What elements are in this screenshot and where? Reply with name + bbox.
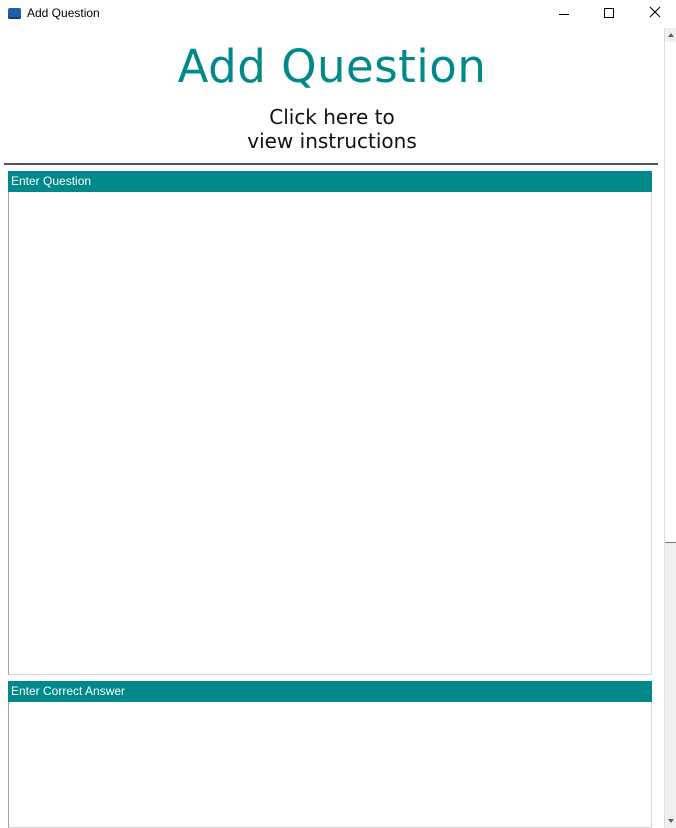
close-icon [649, 6, 661, 18]
maximize-button[interactable] [586, 0, 632, 28]
view-instructions-link[interactable]: Click here to view instructions [0, 105, 664, 153]
answer-input[interactable] [8, 702, 652, 828]
page-title: Add Question [177, 40, 487, 93]
header-divider [4, 163, 658, 165]
close-button[interactable] [632, 0, 676, 28]
answer-label: Enter Correct Answer [8, 681, 652, 702]
add-question-window: Add Question Add Question Click here to … [0, 0, 676, 828]
minimize-icon [559, 14, 569, 15]
scroll-up-arrow-icon[interactable] [665, 28, 676, 42]
app-window-icon [8, 8, 21, 19]
question-field: Enter Question [8, 171, 652, 675]
question-label: Enter Question [8, 171, 652, 192]
answer-field: Enter Correct Answer [8, 681, 652, 828]
title-bar[interactable]: Add Question [0, 0, 676, 28]
instructions-line-2: view instructions [247, 129, 417, 153]
vertical-scrollbar[interactable] [664, 28, 676, 828]
instructions-line-1: Click here to [269, 105, 395, 129]
window-title: Add Question [27, 6, 100, 20]
minimize-button[interactable] [541, 0, 587, 28]
scrollbar-thumb[interactable] [665, 42, 676, 543]
maximize-icon [604, 8, 614, 18]
question-input[interactable] [8, 192, 652, 675]
scroll-down-arrow-icon[interactable] [665, 814, 676, 828]
